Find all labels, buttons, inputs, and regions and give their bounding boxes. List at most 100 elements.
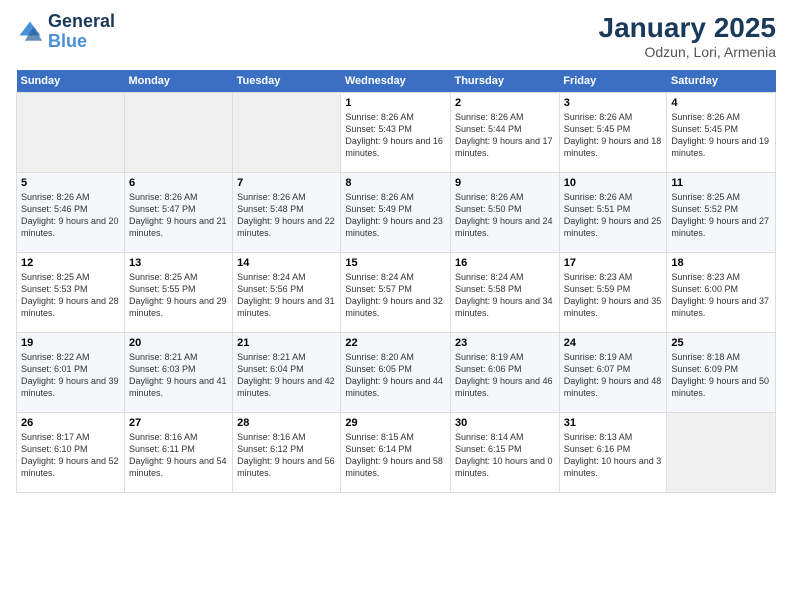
day-number: 12 <box>21 257 120 269</box>
day-cell: 7 Sunrise: 8:26 AM Sunset: 5:48 PM Daylig… <box>233 173 341 253</box>
day-info: Sunrise: 8:25 AM Sunset: 5:52 PM Dayligh… <box>671 191 771 240</box>
day-info: Sunrise: 8:22 AM Sunset: 6:01 PM Dayligh… <box>21 351 120 400</box>
day-info: Sunrise: 8:24 AM Sunset: 5:57 PM Dayligh… <box>345 271 446 320</box>
day-number: 31 <box>564 417 663 429</box>
day-info: Sunrise: 8:26 AM Sunset: 5:45 PM Dayligh… <box>671 111 771 160</box>
day-info: Sunrise: 8:26 AM Sunset: 5:44 PM Dayligh… <box>455 111 555 160</box>
day-number: 3 <box>564 97 663 109</box>
logo-text: General Blue <box>48 12 115 52</box>
day-cell: 17 Sunrise: 8:23 AM Sunset: 5:59 PM Dayli… <box>559 253 667 333</box>
day-cell: 22 Sunrise: 8:20 AM Sunset: 6:05 PM Dayli… <box>341 333 451 413</box>
day-info: Sunrise: 8:26 AM Sunset: 5:48 PM Dayligh… <box>237 191 336 240</box>
day-number: 10 <box>564 177 663 189</box>
logo: General Blue <box>16 12 115 52</box>
day-cell: 14 Sunrise: 8:24 AM Sunset: 5:56 PM Dayli… <box>233 253 341 333</box>
day-number: 4 <box>671 97 771 109</box>
day-number: 30 <box>455 417 555 429</box>
day-cell: 8 Sunrise: 8:26 AM Sunset: 5:49 PM Daylig… <box>341 173 451 253</box>
day-info: Sunrise: 8:13 AM Sunset: 6:16 PM Dayligh… <box>564 431 663 480</box>
day-cell: 15 Sunrise: 8:24 AM Sunset: 5:57 PM Dayli… <box>341 253 451 333</box>
week-row-2: 5 Sunrise: 8:26 AM Sunset: 5:46 PM Daylig… <box>17 173 776 253</box>
day-number: 26 <box>21 417 120 429</box>
day-cell: 2 Sunrise: 8:26 AM Sunset: 5:44 PM Daylig… <box>450 93 559 173</box>
day-cell: 27Sunrise: 8:16 AM Sunset: 6:11 PM Dayli… <box>124 413 232 493</box>
day-info: Sunrise: 8:26 AM Sunset: 5:49 PM Dayligh… <box>345 191 446 240</box>
page: General Blue January 2025 Odzun, Lori, A… <box>0 0 792 612</box>
day-info: Sunrise: 8:25 AM Sunset: 5:55 PM Dayligh… <box>129 271 228 320</box>
logo-icon <box>16 18 44 46</box>
day-number: 15 <box>345 257 446 269</box>
subtitle: Odzun, Lori, Armenia <box>599 44 776 60</box>
day-cell: 1Sunrise: 8:26 AM Sunset: 5:43 PM Daylig… <box>341 93 451 173</box>
day-cell <box>124 93 232 173</box>
day-number: 7 <box>237 177 336 189</box>
day-info: Sunrise: 8:26 AM Sunset: 5:51 PM Dayligh… <box>564 191 663 240</box>
day-number: 16 <box>455 257 555 269</box>
day-cell: 19 Sunrise: 8:22 AM Sunset: 6:01 PM Dayli… <box>17 333 125 413</box>
day-number: 27 <box>129 417 228 429</box>
day-number: 6 <box>129 177 228 189</box>
col-header-saturday: Saturday <box>667 70 776 93</box>
day-info: Sunrise: 8:18 AM Sunset: 6:09 PM Dayligh… <box>671 351 771 400</box>
day-number: 22 <box>345 337 446 349</box>
day-info: Sunrise: 8:25 AM Sunset: 5:53 PM Dayligh… <box>21 271 120 320</box>
day-number: 17 <box>564 257 663 269</box>
col-header-tuesday: Tuesday <box>233 70 341 93</box>
day-cell: 3Sunrise: 8:26 AM Sunset: 5:45 PM Daylig… <box>559 93 667 173</box>
day-info: Sunrise: 8:14 AM Sunset: 6:15 PM Dayligh… <box>455 431 555 480</box>
day-cell: 12 Sunrise: 8:25 AM Sunset: 5:53 PM Dayli… <box>17 253 125 333</box>
col-header-sunday: Sunday <box>17 70 125 93</box>
week-row-1: 1Sunrise: 8:26 AM Sunset: 5:43 PM Daylig… <box>17 93 776 173</box>
day-cell: 4 Sunrise: 8:26 AM Sunset: 5:45 PM Daylig… <box>667 93 776 173</box>
day-number: 13 <box>129 257 228 269</box>
day-info: Sunrise: 8:24 AM Sunset: 5:56 PM Dayligh… <box>237 271 336 320</box>
day-info: Sunrise: 8:26 AM Sunset: 5:47 PM Dayligh… <box>129 191 228 240</box>
day-cell: 13 Sunrise: 8:25 AM Sunset: 5:55 PM Dayli… <box>124 253 232 333</box>
day-number: 23 <box>455 337 555 349</box>
day-info: Sunrise: 8:15 AM Sunset: 6:14 PM Dayligh… <box>345 431 446 480</box>
day-number: 24 <box>564 337 663 349</box>
day-cell: 9 Sunrise: 8:26 AM Sunset: 5:50 PM Daylig… <box>450 173 559 253</box>
week-row-3: 12 Sunrise: 8:25 AM Sunset: 5:53 PM Dayli… <box>17 253 776 333</box>
col-header-monday: Monday <box>124 70 232 93</box>
day-number: 2 <box>455 97 555 109</box>
day-cell <box>233 93 341 173</box>
day-cell: 25 Sunrise: 8:18 AM Sunset: 6:09 PM Dayli… <box>667 333 776 413</box>
header: General Blue January 2025 Odzun, Lori, A… <box>16 12 776 60</box>
calendar-table: SundayMondayTuesdayWednesdayThursdayFrid… <box>16 70 776 493</box>
day-info: Sunrise: 8:23 AM Sunset: 5:59 PM Dayligh… <box>564 271 663 320</box>
day-cell: 31 Sunrise: 8:13 AM Sunset: 6:16 PM Dayli… <box>559 413 667 493</box>
day-cell: 5 Sunrise: 8:26 AM Sunset: 5:46 PM Daylig… <box>17 173 125 253</box>
day-number: 5 <box>21 177 120 189</box>
week-row-4: 19 Sunrise: 8:22 AM Sunset: 6:01 PM Dayli… <box>17 333 776 413</box>
day-cell: 16 Sunrise: 8:24 AM Sunset: 5:58 PM Dayli… <box>450 253 559 333</box>
main-title: January 2025 <box>599 12 776 44</box>
day-info: Sunrise: 8:24 AM Sunset: 5:58 PM Dayligh… <box>455 271 555 320</box>
day-number: 25 <box>671 337 771 349</box>
day-number: 19 <box>21 337 120 349</box>
title-block: January 2025 Odzun, Lori, Armenia <box>599 12 776 60</box>
day-info: Sunrise: 8:19 AM Sunset: 6:07 PM Dayligh… <box>564 351 663 400</box>
day-number: 8 <box>345 177 446 189</box>
day-cell: 20Sunrise: 8:21 AM Sunset: 6:03 PM Dayli… <box>124 333 232 413</box>
day-info: Sunrise: 8:20 AM Sunset: 6:05 PM Dayligh… <box>345 351 446 400</box>
day-info: Sunrise: 8:26 AM Sunset: 5:46 PM Dayligh… <box>21 191 120 240</box>
col-header-friday: Friday <box>559 70 667 93</box>
day-number: 14 <box>237 257 336 269</box>
day-number: 11 <box>671 177 771 189</box>
day-cell: 11 Sunrise: 8:25 AM Sunset: 5:52 PM Dayli… <box>667 173 776 253</box>
day-number: 1 <box>345 97 446 109</box>
day-info: Sunrise: 8:21 AM Sunset: 6:04 PM Dayligh… <box>237 351 336 400</box>
col-header-wednesday: Wednesday <box>341 70 451 93</box>
day-info: Sunrise: 8:17 AM Sunset: 6:10 PM Dayligh… <box>21 431 120 480</box>
day-number: 9 <box>455 177 555 189</box>
day-cell <box>667 413 776 493</box>
day-cell: 21 Sunrise: 8:21 AM Sunset: 6:04 PM Dayli… <box>233 333 341 413</box>
day-info: Sunrise: 8:26 AM Sunset: 5:50 PM Dayligh… <box>455 191 555 240</box>
day-info: Sunrise: 8:21 AM Sunset: 6:03 PM Dayligh… <box>129 351 228 400</box>
day-cell: 6 Sunrise: 8:26 AM Sunset: 5:47 PM Daylig… <box>124 173 232 253</box>
col-header-thursday: Thursday <box>450 70 559 93</box>
week-row-5: 26 Sunrise: 8:17 AM Sunset: 6:10 PM Dayli… <box>17 413 776 493</box>
day-cell: 10 Sunrise: 8:26 AM Sunset: 5:51 PM Dayli… <box>559 173 667 253</box>
day-number: 21 <box>237 337 336 349</box>
